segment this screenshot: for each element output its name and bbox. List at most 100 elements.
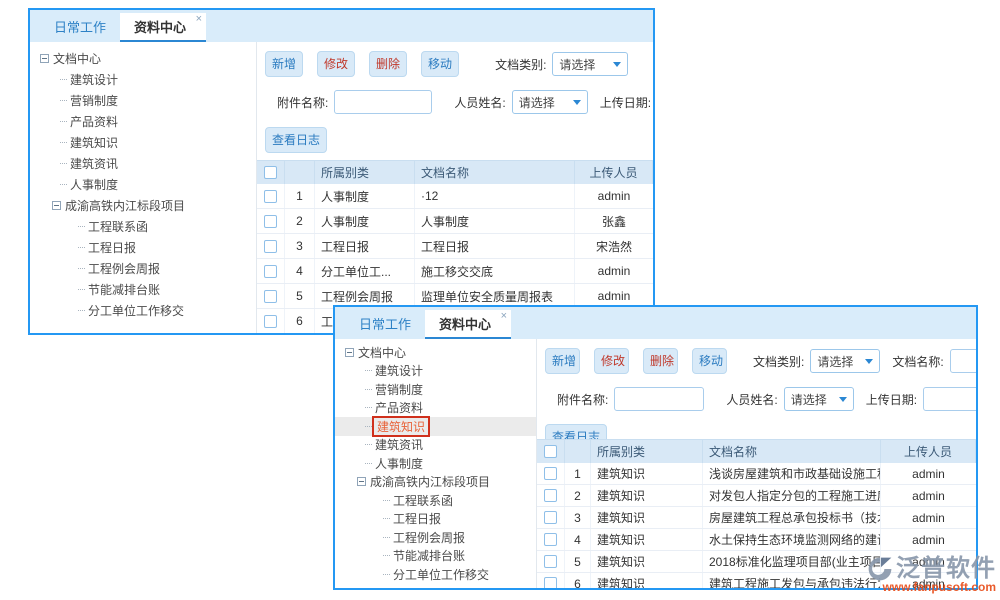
select-all-checkbox[interactable] [264, 166, 277, 179]
table-row[interactable]: 3 工程日报 工程日报 宋浩然 [257, 234, 653, 259]
tab-data-center-label: 资料中心 [134, 20, 186, 35]
add-button[interactable]: 新增 [265, 51, 303, 77]
modify-button[interactable]: 修改 [317, 51, 355, 77]
attachment-name-label: 附件名称: [557, 391, 608, 408]
tree-node-work-transfer[interactable]: 分工单位工作移交 [335, 565, 536, 584]
table-row[interactable]: 2 建筑知识 对发包人指定分包的工程施工进度安... admin [537, 485, 976, 507]
collapse-icon[interactable] [52, 201, 61, 210]
tab-data-center[interactable]: 资料中心 × [120, 13, 206, 42]
delete-button[interactable]: 删除 [369, 51, 407, 77]
attachment-name-input[interactable] [334, 90, 432, 114]
tree-node-weekly-meeting[interactable]: 工程例会周报 [30, 258, 256, 279]
table-row[interactable]: 1 建筑知识 浅谈房屋建筑和市政基础设施工程施... admin [537, 463, 976, 485]
tree-node-energy-ledger[interactable]: 节能减排台账 [30, 279, 256, 300]
attachment-name-label: 附件名称: [277, 94, 328, 111]
tree-node-weekly-meeting[interactable]: 工程例会周报 [335, 528, 536, 547]
tree-node-daily-report[interactable]: 工程日报 [30, 237, 256, 258]
doc-category-select[interactable]: 请选择 [810, 349, 880, 373]
person-name-select[interactable]: 请选择 [784, 387, 854, 411]
tree-node-marketing[interactable]: 营销制度 [30, 90, 256, 111]
row-checkbox[interactable] [264, 190, 277, 203]
chevron-down-icon [839, 397, 847, 402]
chevron-down-icon [573, 100, 581, 105]
move-button[interactable]: 移动 [692, 348, 727, 374]
tree-node-building-news[interactable]: 建筑资讯 [30, 153, 256, 174]
tree-node-root[interactable]: 文档中心 [335, 343, 536, 362]
tree-node-building-design[interactable]: 建筑设计 [335, 362, 536, 381]
person-name-label: 人员姓名: [726, 391, 777, 408]
modify-button[interactable]: 修改 [594, 348, 629, 374]
delete-button[interactable]: 删除 [643, 348, 678, 374]
tree-node-project[interactable]: 成渝高铁内江标段项目 [30, 195, 256, 216]
table-row[interactable]: 4 建筑知识 水土保持生态环境监测网络的建设与... admin [537, 529, 976, 551]
view-log-button[interactable]: 查看日志 [265, 127, 327, 153]
doc-category-label: 文档类别: [495, 56, 546, 73]
tree-node-hr-policy[interactable]: 人事制度 [335, 454, 536, 473]
tree-node-marketing[interactable]: 营销制度 [335, 380, 536, 399]
tree-node-product-data[interactable]: 产品资料 [30, 111, 256, 132]
toolbar-buttons-row: 新增 修改 删除 移动 文档类别: 请选择 [265, 51, 653, 77]
collapse-icon[interactable] [40, 54, 49, 63]
attachment-name-input[interactable] [614, 387, 704, 411]
tree-node-contact-letter[interactable]: 工程联系函 [30, 216, 256, 237]
tree-node-building-news[interactable]: 建筑资讯 [335, 436, 536, 455]
uploader-header: 上传人员 [881, 440, 976, 463]
tree-node-work-transfer[interactable]: 分工单位工作移交 [30, 300, 256, 321]
add-button[interactable]: 新增 [545, 348, 580, 374]
document-tree: 文档中心 建筑设计 营销制度 产品资料 建筑知识 建筑资讯 人事制度 成渝高铁内… [335, 339, 537, 588]
tree-node-building-design[interactable]: 建筑设计 [30, 69, 256, 90]
upload-date-input[interactable] [923, 387, 976, 411]
tree-node-product-data[interactable]: 产品资料 [335, 399, 536, 418]
tab-bar: 日常工作 资料中心 × [335, 307, 976, 339]
category-header: 所属别类 [591, 440, 703, 463]
person-name-label: 人员姓名: [454, 94, 505, 111]
row-checkbox[interactable] [264, 240, 277, 253]
row-checkbox[interactable] [544, 577, 557, 588]
doc-category-label: 文档类别: [753, 353, 804, 370]
row-checkbox[interactable] [544, 511, 557, 524]
row-checkbox[interactable] [264, 215, 277, 228]
tab-daily-work[interactable]: 日常工作 [40, 13, 120, 42]
tab-data-center[interactable]: 资料中心 × [425, 310, 511, 339]
table-row[interactable]: 3 建筑知识 房屋建筑工程总承包投标书（技术标... admin [537, 507, 976, 529]
tree-node-hr-policy[interactable]: 人事制度 [30, 174, 256, 195]
doc-name-input[interactable] [950, 349, 976, 373]
tree-node-root[interactable]: 文档中心 [30, 48, 256, 69]
tree-node-energy-ledger[interactable]: 节能减排台账 [335, 547, 536, 566]
upload-date-label: 上传日期: [866, 391, 917, 408]
row-checkbox[interactable] [264, 265, 277, 278]
upload-date-label: 上传日期: [600, 94, 651, 111]
uploader-header: 上传人员 [575, 161, 653, 184]
tree-node-daily-report[interactable]: 工程日报 [335, 510, 536, 529]
tree-node-contact-letter[interactable]: 工程联系函 [335, 491, 536, 510]
table-row[interactable]: 4 分工单位工... 施工移交交底 admin [257, 259, 653, 284]
collapse-icon[interactable] [357, 477, 366, 486]
tab-close-icon[interactable]: × [196, 14, 202, 25]
brand-name: 泛普软件 [896, 556, 996, 582]
table-row[interactable]: 2 人事制度 人事制度 张鑫 [257, 209, 653, 234]
collapse-icon[interactable] [345, 348, 354, 357]
select-all-checkbox[interactable] [544, 445, 557, 458]
person-name-select[interactable]: 请选择 [512, 90, 588, 114]
move-button[interactable]: 移动 [421, 51, 459, 77]
toolbar-filter-row: 附件名称: 人员姓名: 请选择 上传日期: [557, 387, 976, 411]
row-checkbox[interactable] [544, 555, 557, 568]
row-checkbox[interactable] [544, 467, 557, 480]
brand-url: www.fanpusoft.com [866, 580, 996, 594]
doc-name-header: 文档名称 [703, 440, 881, 463]
tab-close-icon[interactable]: × [501, 311, 507, 322]
row-checkbox[interactable] [544, 489, 557, 502]
tree-node-project[interactable]: 成渝高铁内江标段项目 [335, 473, 536, 492]
tab-daily-work[interactable]: 日常工作 [345, 310, 425, 339]
row-checkbox[interactable] [264, 290, 277, 303]
table-row[interactable]: 1 人事制度 ·12 admin [257, 184, 653, 209]
doc-category-select[interactable]: 请选择 [552, 52, 628, 76]
tab-data-center-label: 资料中心 [439, 317, 491, 332]
tree-node-building-knowledge[interactable]: 建筑知识 [30, 132, 256, 153]
watermark: 泛普软件 www.fanpusoft.com [866, 555, 996, 594]
tree-node-building-knowledge-selected[interactable]: 建筑知识 [335, 417, 536, 436]
row-checkbox[interactable] [264, 315, 277, 328]
window-data-center-back: 日常工作 资料中心 × 文档中心 建筑设计 营销制度 产品资料 建筑知识 建筑资… [28, 8, 655, 335]
toolbar-filter-row: 附件名称: 人员姓名: 请选择 上传日期: [277, 90, 653, 114]
row-checkbox[interactable] [544, 533, 557, 546]
